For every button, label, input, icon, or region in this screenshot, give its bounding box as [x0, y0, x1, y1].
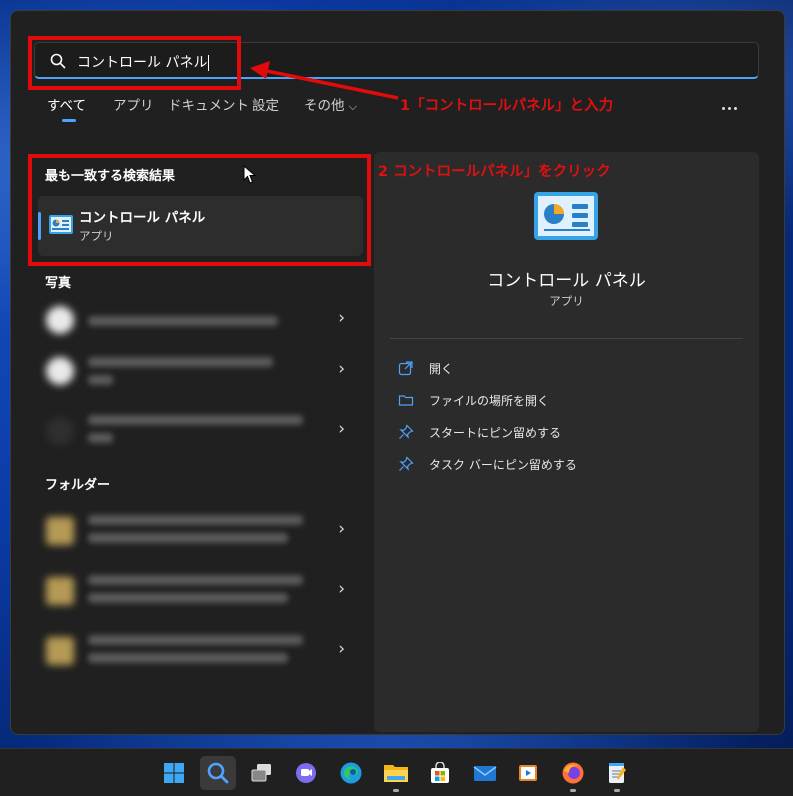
list-item[interactable]: ›: [38, 565, 363, 619]
pin-icon: [399, 424, 414, 439]
redacted-text: [88, 357, 273, 367]
redacted-text: [88, 635, 303, 645]
file-explorer-button[interactable]: [378, 756, 414, 792]
photo-thumbnail: [46, 417, 74, 445]
notepad-button[interactable]: [599, 756, 635, 792]
redacted-text: [88, 533, 288, 543]
start-button[interactable]: [156, 756, 192, 790]
edge-icon: [340, 762, 362, 784]
edge-button[interactable]: [333, 756, 369, 790]
tab-all[interactable]: すべて: [47, 94, 86, 114]
taskbar: [0, 748, 793, 796]
more-options-button[interactable]: [715, 98, 745, 118]
chevron-right-icon: ›: [338, 308, 345, 328]
redacted-text: [88, 575, 303, 585]
mail-icon: [473, 766, 497, 781]
running-indicator: [393, 789, 399, 792]
folder-icon: [46, 637, 74, 665]
store-icon: [431, 762, 449, 783]
chevron-right-icon: ›: [338, 519, 345, 539]
folder-icon: [46, 517, 74, 545]
pin-icon: [399, 456, 414, 471]
preview-subtitle: アプリ: [549, 294, 584, 308]
action-label: スタートにピン留めする: [429, 426, 562, 440]
file-explorer-icon: [384, 765, 408, 782]
chevron-right-icon: ›: [338, 359, 345, 379]
task-view-icon: [251, 764, 271, 782]
annotation-step-1: 1「コントロールパネル」と入力: [400, 98, 614, 114]
folder-icon: [398, 395, 414, 406]
firefox-button[interactable]: [555, 756, 591, 792]
redacted-text: [88, 515, 303, 525]
annotation-box-search: [28, 36, 241, 90]
firefox-icon: [562, 762, 584, 784]
task-view-button[interactable]: [244, 756, 280, 790]
photos-heading: 写真: [45, 276, 72, 291]
photo-thumbnail: [46, 306, 74, 334]
folders-heading: フォルダー: [45, 478, 111, 493]
redacted-text: [88, 653, 288, 663]
running-indicator: [570, 789, 576, 792]
chevron-right-icon: ›: [338, 419, 345, 439]
photo-thumbnail: [46, 357, 74, 385]
mouse-cursor-icon: [243, 165, 257, 184]
tab-apps[interactable]: アプリ: [113, 94, 154, 114]
list-item[interactable]: ›: [38, 345, 363, 399]
redacted-text: [88, 316, 278, 326]
redacted-text: [88, 433, 113, 443]
list-item[interactable]: ›: [38, 294, 363, 348]
tab-active-indicator: [62, 119, 76, 122]
action-label: 開く: [429, 362, 454, 376]
list-item[interactable]: ›: [38, 405, 363, 459]
list-item[interactable]: ›: [38, 505, 363, 559]
search-icon: [207, 762, 229, 784]
preview-pane: コントロール パネル アプリ 開く ファイルの場所を開く スタートにピン留めする…: [374, 152, 759, 732]
redacted-text: [88, 593, 288, 603]
running-indicator: [614, 789, 620, 792]
mail-button[interactable]: [467, 756, 503, 790]
chat-button[interactable]: [288, 756, 324, 790]
annotation-step-2: 2 コントロールパネル」をクリック: [378, 164, 611, 180]
action-label: タスク バーにピン留めする: [429, 458, 577, 472]
folder-icon: [46, 577, 74, 605]
redacted-text: [88, 415, 303, 425]
action-label: ファイルの場所を開く: [429, 394, 550, 408]
annotation-arrow: [250, 61, 399, 100]
list-item[interactable]: ›: [38, 625, 363, 679]
media-player-icon: [519, 765, 537, 781]
divider: [390, 338, 743, 339]
redacted-text: [88, 375, 113, 385]
start-icon: [164, 763, 184, 783]
annotation-box-result: [28, 154, 371, 266]
tab-documents[interactable]: ドキュメント: [168, 94, 249, 114]
chat-icon: [296, 763, 316, 783]
preview-title: コントロール パネル: [487, 271, 646, 291]
chevron-right-icon: ›: [338, 579, 345, 599]
taskbar-search-button[interactable]: [200, 756, 236, 790]
chevron-right-icon: ›: [338, 639, 345, 659]
notepad-icon: [609, 763, 626, 783]
media-player-button[interactable]: [510, 756, 546, 790]
open-icon: [398, 361, 413, 376]
control-panel-icon: [534, 192, 598, 240]
store-button[interactable]: [422, 756, 458, 790]
